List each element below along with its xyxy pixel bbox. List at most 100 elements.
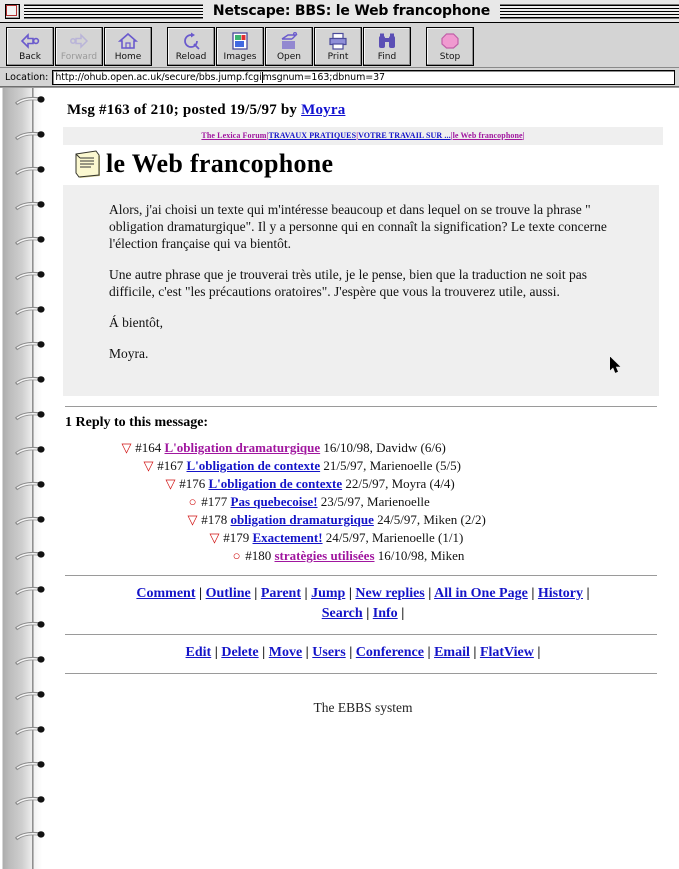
reply-title-link[interactable]: L'obligation de contexte — [187, 458, 321, 473]
stop-button[interactable]: Stop — [426, 26, 474, 66]
back-button[interactable]: Back — [6, 26, 54, 66]
expand-triangle-icon[interactable]: ▽ — [165, 475, 176, 493]
spiral-binding-decoration — [0, 88, 55, 869]
binding-ring — [14, 829, 48, 841]
home-button-label: Home — [114, 51, 142, 62]
browser-toolbar: Back Forward Home Reload Images Open Pri… — [0, 23, 679, 68]
close-box[interactable] — [5, 3, 20, 19]
nav-separator: | — [250, 586, 261, 601]
nav-link[interactable]: Jump — [311, 586, 345, 601]
forward-button-label: Forward — [60, 51, 98, 62]
location-url-after-caret: msgnum=163;dbnum=37 — [262, 71, 385, 83]
binding-ring — [14, 549, 48, 561]
nav-link[interactable]: FlatView — [480, 645, 534, 660]
back-button-label: Back — [19, 51, 41, 62]
breadcrumb-link[interactable]: TRAVAUX PRATIQUES — [268, 131, 356, 140]
expand-triangle-icon[interactable]: ▽ — [143, 457, 154, 475]
binoculars-icon — [379, 33, 395, 48]
nav-link[interactable]: Outline — [206, 586, 251, 601]
reply-title-link[interactable]: L'obligation de contexte — [209, 476, 343, 491]
nav-link[interactable]: Parent — [261, 586, 301, 601]
reply-title-link[interactable]: Exactement! — [253, 530, 323, 545]
nav-link[interactable]: Users — [312, 645, 345, 660]
forward-button[interactable]: Forward — [55, 26, 103, 66]
message-body: Alors, j'ai choisi un texte qui m'intére… — [63, 185, 659, 396]
binding-ring — [14, 724, 48, 736]
nav-link[interactable]: Move — [269, 645, 302, 660]
divider-above-nav — [65, 575, 657, 576]
secondary-nav-row: Edit | Delete | Move | Users | Conferenc… — [63, 643, 663, 663]
binding-ring — [14, 689, 48, 701]
binding-ring — [14, 304, 48, 316]
reply-title-link[interactable]: stratègies utilisées — [275, 548, 375, 563]
breadcrumb-separator: | — [522, 131, 525, 140]
images-icon — [232, 31, 248, 50]
nav-link[interactable]: Conference — [356, 645, 424, 660]
title-stripes-right — [500, 3, 679, 19]
nav-link[interactable]: New replies — [355, 586, 424, 601]
nav-link[interactable]: Info — [373, 606, 398, 621]
nav-separator: | — [423, 645, 435, 660]
breadcrumb-link[interactable]: The Lexica Forum — [201, 131, 266, 140]
expand-triangle-icon[interactable]: ▽ — [209, 529, 220, 547]
expand-triangle-icon[interactable]: ▽ — [121, 439, 132, 457]
images-button-label: Images — [223, 51, 257, 62]
leaf-circle-icon[interactable]: ○ — [231, 547, 242, 565]
home-button[interactable]: Home — [104, 26, 152, 66]
reply-title-link[interactable]: obligation dramaturgique — [231, 512, 374, 527]
notepad-icon — [75, 150, 100, 178]
page-content: Msg #163 of 210; posted 19/5/97 by Moyra… — [55, 88, 679, 869]
message-paragraph-2: Une autre phrase que je trouverai très u… — [109, 267, 587, 299]
back-arrow-icon — [20, 32, 40, 49]
binding-ring — [14, 479, 48, 491]
leaf-circle-icon[interactable]: ○ — [187, 493, 198, 511]
nav-link[interactable]: History — [538, 586, 583, 601]
reply-meta: 22/5/97, Moyra (4/4) — [342, 476, 455, 491]
breadcrumb-link[interactable]: VOTRE TRAVAIL SUR ... — [358, 131, 451, 140]
nav-link[interactable]: Edit — [186, 645, 212, 660]
window-title: Netscape: BBS: le Web francophone — [202, 3, 501, 19]
expand-triangle-icon[interactable]: ▽ — [187, 511, 198, 529]
binding-ring — [14, 619, 48, 631]
binding-ring — [14, 199, 48, 211]
breadcrumb-link[interactable]: le Web francophone — [453, 131, 523, 140]
printer-icon — [329, 32, 347, 50]
reply-meta: 21/5/97, Marienoelle (5/5) — [320, 458, 461, 473]
location-label: Location: — [5, 71, 49, 83]
primary-nav-row-2: Search | Info | — [63, 604, 663, 624]
binding-ring — [14, 164, 48, 176]
nav-link[interactable]: All in One Page — [434, 586, 528, 601]
nav-link[interactable]: Comment — [136, 586, 195, 601]
page-title-row: le Web francophone — [73, 149, 663, 179]
binding-ring — [14, 584, 48, 596]
images-button[interactable]: Images — [216, 26, 264, 66]
replies-heading: 1 Reply to this message: — [65, 415, 209, 430]
reply-title-link[interactable]: L'obligation dramaturgique — [165, 440, 321, 455]
reply-meta: 16/10/98, Miken — [374, 548, 465, 563]
reply-row: ▽ #167 L'obligation de contexte 21/5/97,… — [63, 457, 663, 475]
nav-separator: | — [469, 645, 480, 660]
nav-link[interactable]: Search — [322, 606, 363, 621]
nav-separator: | — [424, 586, 435, 601]
print-button[interactable]: Print — [314, 26, 362, 66]
binding-ring — [14, 759, 48, 771]
reply-row: ▽ #179 Exactement! 24/5/97, Marienoelle … — [63, 529, 663, 547]
find-button[interactable]: Find — [363, 26, 411, 66]
reload-icon — [184, 32, 200, 50]
nav-separator: | — [195, 586, 206, 601]
page-button-group: Reload Images Open Print Find — [167, 26, 412, 66]
reload-button[interactable]: Reload — [167, 26, 215, 66]
message-author-link[interactable]: Moyra — [301, 102, 345, 118]
open-button[interactable]: Open — [265, 26, 313, 66]
nav-link[interactable]: Delete — [221, 645, 258, 660]
nav-link[interactable]: Email — [434, 645, 470, 660]
reply-title-link[interactable]: Pas quebecoise! — [231, 494, 318, 509]
primary-nav-row-1: Comment | Outline | Parent | Jump | New … — [63, 584, 663, 604]
close-box-accent — [6, 4, 17, 16]
nav-separator: | — [527, 586, 538, 601]
open-button-label: Open — [276, 51, 302, 62]
binding-ring — [14, 409, 48, 421]
location-input[interactable]: http://ohub.open.ac.uk/secure/bbs.jump.f… — [52, 69, 675, 85]
reply-row: ▽ #176 L'obligation de contexte 22/5/97,… — [63, 475, 663, 493]
reply-row: ▽ #178 obligation dramaturgique 24/5/97,… — [63, 511, 663, 529]
